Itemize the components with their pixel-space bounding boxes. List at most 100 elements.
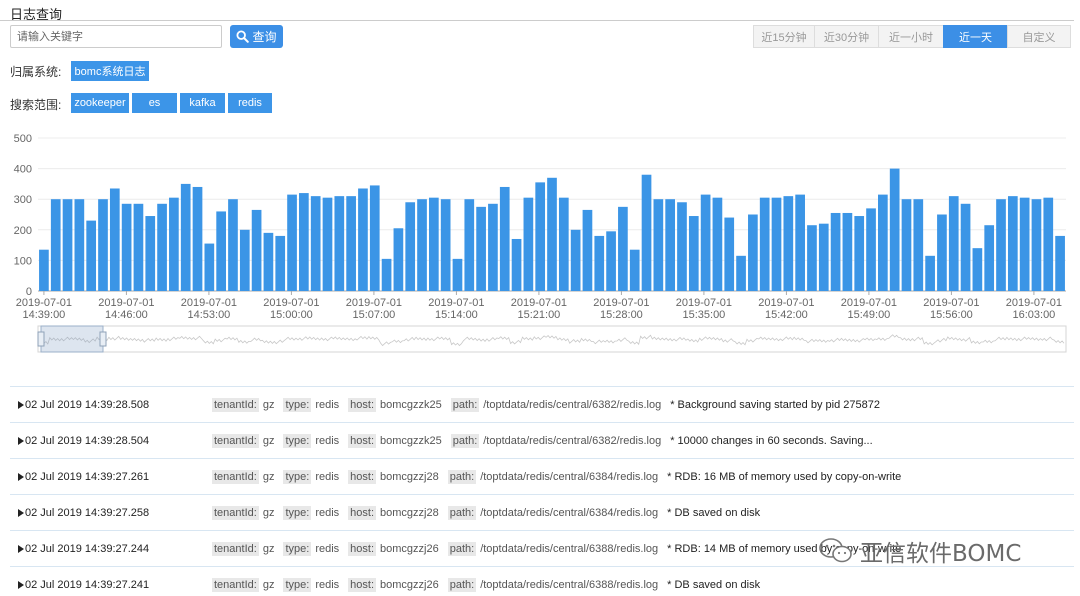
field-host-value: bomcgzzk25 bbox=[380, 398, 442, 411]
field-path-label: path: bbox=[447, 541, 477, 556]
field-host: host: bomcgzzj28 bbox=[348, 469, 448, 484]
bar bbox=[1055, 235, 1065, 291]
search-icon bbox=[236, 30, 250, 43]
field-path-label: path: bbox=[447, 469, 477, 484]
bar bbox=[996, 199, 1006, 291]
scope-tag-redis[interactable]: redis bbox=[228, 93, 272, 113]
scope-tag-es[interactable]: es bbox=[132, 93, 177, 113]
zoom-handle-left[interactable] bbox=[37, 331, 45, 347]
time-range-30min[interactable]: 近30分钟 bbox=[814, 25, 879, 48]
scope-tag-zookeeper[interactable]: zookeeper bbox=[71, 93, 129, 113]
field-host-label: host: bbox=[348, 577, 377, 592]
x-tick-label-date: 2019-07-01 bbox=[593, 297, 649, 309]
field-host: host: bomcgzzk25 bbox=[348, 433, 451, 448]
log-row[interactable]: 02 Jul 2019 14:39:27.261 tenantId: gz type:… bbox=[10, 458, 1074, 494]
log-timestamp: 02 Jul 2019 14:39:28.508 bbox=[25, 398, 150, 411]
log-row[interactable]: 02 Jul 2019 14:39:27.241 tenantId: gz type:… bbox=[10, 566, 1074, 596]
y-tick-label: 200 bbox=[14, 225, 32, 237]
time-range-custom[interactable]: 自定义 bbox=[1007, 25, 1071, 48]
bar bbox=[1019, 197, 1030, 291]
field-path-value: /toptdata/redis/central/6388/redis.log bbox=[480, 578, 659, 591]
expand-caret-icon[interactable] bbox=[18, 544, 24, 553]
field-type-label: type: bbox=[283, 577, 312, 592]
bar bbox=[109, 188, 120, 291]
bar bbox=[440, 199, 451, 291]
field-path: path:/toptdata/redis/central/6382/redis.… bbox=[450, 433, 670, 448]
log-row[interactable]: 02 Jul 2019 14:39:28.508 tenantId: gz type:… bbox=[10, 386, 1074, 422]
bar bbox=[417, 199, 427, 291]
bar bbox=[984, 225, 995, 291]
time-range-1day[interactable]: 近一天 bbox=[943, 25, 1008, 48]
wechat-icon bbox=[819, 538, 852, 563]
field-type: type: redis bbox=[283, 433, 348, 448]
scope-tag-kafka[interactable]: kafka bbox=[180, 93, 225, 113]
field-type-label: type: bbox=[283, 397, 312, 412]
bar bbox=[818, 223, 829, 291]
bar bbox=[499, 186, 510, 291]
expand-caret-icon[interactable] bbox=[18, 472, 24, 481]
zoom-slider-window bbox=[40, 325, 104, 353]
field-path-label: path: bbox=[447, 505, 477, 520]
time-range-1hour[interactable]: 近一小时 bbox=[878, 25, 944, 48]
bar bbox=[665, 199, 676, 291]
search-input[interactable] bbox=[10, 25, 222, 48]
bar bbox=[157, 203, 167, 291]
field-type-label: type: bbox=[283, 505, 312, 520]
expand-caret-icon[interactable] bbox=[18, 436, 24, 445]
field-host-value: bomcgzzj26 bbox=[380, 542, 439, 555]
x-tick-label-time: 15:49:00 bbox=[847, 309, 890, 321]
field-type: type: redis bbox=[283, 469, 348, 484]
field-host-value: bomcgzzk25 bbox=[380, 434, 442, 447]
field-host: host: bomcgzzj26 bbox=[348, 577, 448, 592]
bar bbox=[866, 208, 876, 291]
log-row[interactable]: 02 Jul 2019 14:39:27.258 tenantId: gz type:… bbox=[10, 494, 1074, 530]
log-timestamp: 02 Jul 2019 14:39:27.244 bbox=[25, 542, 150, 555]
field-host-value: bomcgzzj28 bbox=[380, 470, 439, 483]
bar bbox=[842, 212, 853, 291]
watermark: 亚信软件BOMC bbox=[818, 534, 1021, 568]
bar bbox=[925, 255, 935, 291]
bar bbox=[748, 214, 758, 291]
field-tenant-value: gz bbox=[262, 506, 275, 519]
field-tenant: tenantId: gz bbox=[212, 397, 283, 412]
x-tick-label-time: 15:56:00 bbox=[930, 309, 973, 321]
log-timestamp: 02 Jul 2019 14:39:27.258 bbox=[25, 506, 150, 519]
field-path-value: /toptdata/redis/central/6384/redis.log bbox=[480, 470, 659, 483]
field-path-value: /toptdata/redis/central/6384/redis.log bbox=[480, 506, 659, 519]
bar bbox=[795, 194, 805, 291]
time-range-selector: 近15分钟 近30分钟 近一小时 近一天 自定义 bbox=[753, 25, 1071, 48]
query-button[interactable]: 查询 bbox=[230, 25, 283, 48]
field-host-value: bomcgzzj28 bbox=[380, 506, 439, 519]
field-type: type: redis bbox=[283, 577, 348, 592]
bar bbox=[771, 197, 782, 291]
bar bbox=[275, 235, 286, 291]
field-type-label: type: bbox=[283, 469, 312, 484]
bar bbox=[736, 255, 746, 291]
bar bbox=[287, 194, 297, 291]
bar bbox=[62, 199, 73, 291]
system-tag-bomc[interactable]: bomc系统日志 bbox=[71, 61, 149, 81]
bar bbox=[299, 193, 309, 291]
log-row[interactable]: 02 Jul 2019 14:39:28.504 tenantId: gz type:… bbox=[10, 422, 1074, 458]
field-type-label: type: bbox=[283, 433, 312, 448]
time-range-15min[interactable]: 近15分钟 bbox=[753, 25, 815, 48]
scope-label: 搜索范围: bbox=[10, 98, 62, 112]
field-path: path:/toptdata/redis/central/6388/redis.… bbox=[447, 577, 667, 592]
expand-caret-icon[interactable] bbox=[18, 580, 24, 589]
zoom-handle-right[interactable] bbox=[99, 331, 107, 347]
log-timestamp: 02 Jul 2019 14:39:27.241 bbox=[25, 578, 150, 591]
log-message: * RDB: 16 MB of memory used by copy-on-w… bbox=[667, 470, 902, 483]
watermark-text: 亚信软件BOMC bbox=[860, 541, 1022, 567]
bar bbox=[251, 209, 262, 291]
expand-caret-icon[interactable] bbox=[18, 508, 24, 517]
expand-caret-icon[interactable] bbox=[18, 400, 24, 409]
field-tenant: tenantId: gz bbox=[212, 577, 283, 592]
log-message: * Background saving started by pid 27587… bbox=[670, 398, 880, 411]
field-tenant: tenantId: gz bbox=[212, 541, 283, 556]
field-path-value: /toptdata/redis/central/6382/redis.log bbox=[483, 398, 662, 411]
field-tenant-value: gz bbox=[262, 434, 275, 447]
field-tenant: tenantId: gz bbox=[212, 433, 283, 448]
log-timestamp: 02 Jul 2019 14:39:28.504 bbox=[25, 434, 150, 447]
field-type-value: redis bbox=[315, 398, 340, 411]
field-path-label: path: bbox=[450, 397, 480, 412]
